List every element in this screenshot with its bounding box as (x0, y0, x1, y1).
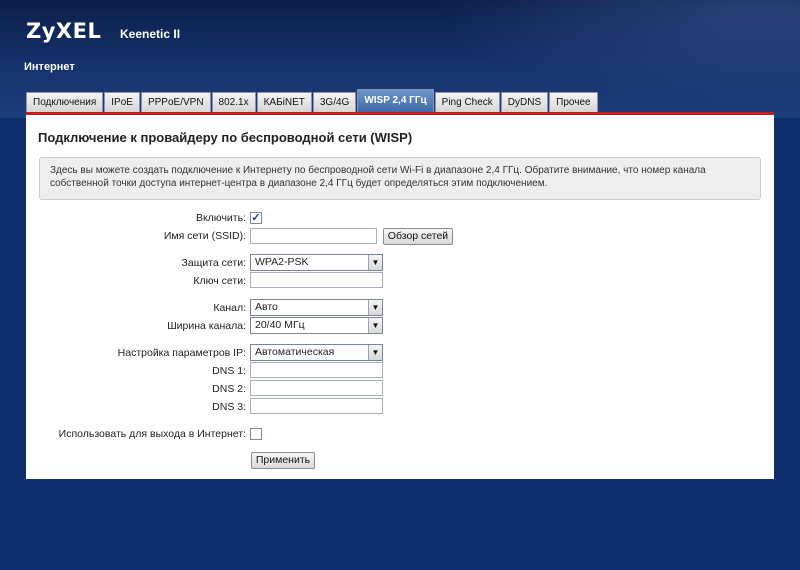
tab-bar: Подключения IPoE PPPoE/VPN 802.1x КАБiNE… (26, 89, 599, 112)
tab-other[interactable]: Прочее (549, 92, 598, 112)
panel-title: Подключение к провайдеру по беспроводной… (38, 130, 413, 145)
dns2-label: DNS 2: (212, 383, 246, 395)
chevron-down-icon: ▼ (368, 345, 382, 360)
channel-select[interactable]: Авто ▼ (250, 299, 383, 316)
tab-8021x[interactable]: 802.1x (211, 92, 256, 112)
chevron-down-icon: ▼ (368, 255, 382, 270)
model-name: Keenetic II (120, 27, 181, 41)
security-value: WPA2-PSK (255, 256, 309, 268)
dns1-input[interactable] (250, 362, 383, 378)
ip-settings-select[interactable]: Автоматическая ▼ (250, 344, 383, 361)
brand-logo: ZyXEL (26, 19, 102, 43)
info-box: Здесь вы можете создать подключение к Ин… (39, 157, 761, 200)
tab-ping-check[interactable]: Ping Check (434, 92, 500, 112)
page-title: Интернет (24, 61, 75, 73)
chevron-down-icon: ▼ (368, 318, 382, 333)
tab-pppoe-vpn[interactable]: PPPoE/VPN (140, 92, 211, 112)
security-select[interactable]: WPA2-PSK ▼ (250, 254, 383, 271)
tab-ipoe[interactable]: IPoE (104, 92, 140, 112)
channel-width-value: 20/40 МГц (255, 319, 305, 331)
channel-width-select[interactable]: 20/40 МГц ▼ (250, 317, 383, 334)
scan-networks-button[interactable]: Обзор сетей (383, 228, 453, 245)
use-internet-checkbox[interactable] (250, 428, 262, 440)
apply-button[interactable]: Применить (251, 452, 315, 469)
checkmark-icon: ✓ (251, 212, 261, 224)
key-label: Ключ сети: (193, 275, 246, 287)
security-label: Защита сети: (181, 257, 246, 269)
content-panel: Подключение к провайдеру по беспроводной… (26, 112, 774, 479)
dns1-label: DNS 1: (212, 365, 246, 377)
enable-label: Включить: (195, 212, 246, 224)
ip-settings-label: Настройка параметров IP: (117, 347, 246, 359)
dns2-input[interactable] (250, 380, 383, 396)
channel-width-label: Ширина канала: (167, 320, 246, 332)
ssid-label: Имя сети (SSID): (163, 230, 246, 242)
ssid-input[interactable] (250, 228, 377, 244)
tab-wisp[interactable]: WISP 2,4 ГГц (357, 89, 434, 112)
tab-dydns[interactable]: DyDNS (500, 92, 549, 112)
key-input[interactable] (250, 272, 383, 288)
tab-kabinet[interactable]: КАБiNET (256, 92, 312, 112)
use-internet-label: Использовать для выхода в Интернет: (58, 428, 246, 440)
tab-3g4g[interactable]: 3G/4G (312, 92, 357, 112)
dns3-label: DNS 3: (212, 401, 246, 413)
channel-label: Канал: (213, 302, 246, 314)
channel-value: Авто (255, 301, 278, 313)
tab-connections[interactable]: Подключения (26, 92, 104, 112)
dns3-input[interactable] (250, 398, 383, 414)
ip-settings-value: Автоматическая (255, 346, 335, 358)
chevron-down-icon: ▼ (368, 300, 382, 315)
enable-checkbox[interactable]: ✓ (250, 212, 262, 224)
